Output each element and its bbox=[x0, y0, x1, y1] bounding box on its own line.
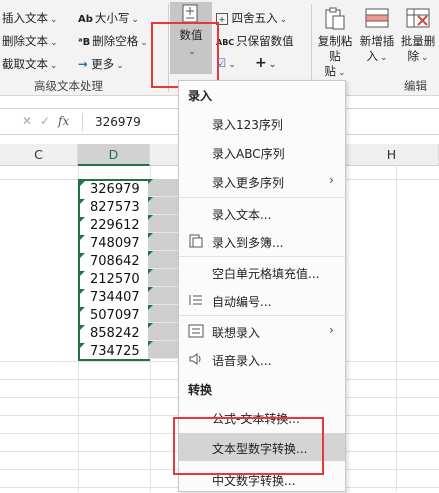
keep-valid-icon: ABC bbox=[216, 38, 235, 47]
add-button[interactable]: + ⌄ bbox=[255, 55, 276, 71]
arrow-right-icon: → bbox=[78, 57, 88, 71]
adjacent-cell[interactable] bbox=[148, 341, 178, 359]
cancel-icon[interactable]: ✕ bbox=[22, 114, 32, 128]
adjacent-cell[interactable] bbox=[148, 305, 178, 323]
adjacent-cell[interactable] bbox=[148, 233, 178, 251]
cell-d[interactable]: 229612 bbox=[80, 217, 148, 235]
adjacent-cell[interactable] bbox=[148, 287, 178, 305]
plus-icon: + bbox=[255, 55, 267, 71]
copy-paste-button[interactable]: 复制粘贴 贴 ⌄ bbox=[314, 6, 356, 81]
cell-d[interactable]: 734725 bbox=[80, 343, 148, 361]
keep-valid-button[interactable]: ABC 只保留数值 bbox=[216, 33, 294, 49]
batch-delete-button[interactable]: 批量删 除 ⌄ bbox=[398, 6, 438, 66]
formula-bar-divider bbox=[82, 113, 83, 131]
ribbon-divider bbox=[311, 4, 312, 92]
group-label-edit: 编辑 bbox=[404, 79, 427, 93]
edit-format-button[interactable]: ☑ ⌄ bbox=[216, 56, 236, 70]
menu-item-input-to-workbooks[interactable]: 录入到多簿... bbox=[179, 227, 345, 255]
number-value-button[interactable]: 数值 ⌄ bbox=[170, 2, 212, 74]
number-value-dropdown-menu: 录入 录入123序列 录入ABC序列 录入更多序列 › 录入文本... 录入到多… bbox=[178, 80, 346, 492]
delete-space-button[interactable]: ᵃB 删除空格 ⌄ bbox=[78, 33, 148, 49]
ribbon-divider bbox=[168, 4, 169, 92]
menu-item-associative-input[interactable]: 联想录入 › bbox=[179, 317, 345, 345]
number-value-icon bbox=[182, 4, 198, 23]
list-box-icon bbox=[188, 324, 204, 338]
delete-text-button[interactable]: 删除文本 ⌄ bbox=[2, 33, 58, 49]
menu-section-convert: 转换 bbox=[188, 383, 213, 397]
cell-d[interactable]: 858242 bbox=[80, 325, 148, 343]
book-icon bbox=[189, 234, 203, 248]
cut-text-button[interactable]: 截取文本 ⌄ bbox=[2, 56, 58, 72]
cell-d[interactable]: 827573 bbox=[80, 199, 148, 217]
menu-item-input-123-sequence[interactable]: 录入123序列 bbox=[179, 109, 345, 137]
clipboard-icon bbox=[325, 7, 345, 30]
cell-d[interactable]: 734407 bbox=[80, 289, 148, 307]
menu-section-input: 录入 bbox=[188, 89, 213, 103]
insert-function-icon[interactable]: fx bbox=[58, 114, 69, 128]
chevron-down-icon: ⌄ bbox=[188, 47, 196, 57]
confirm-icon[interactable]: ✓ bbox=[40, 114, 50, 128]
insert-text-button[interactable]: 插入文本 ⌄ bbox=[2, 10, 58, 26]
cell-d[interactable]: 748097 bbox=[80, 235, 148, 253]
menu-item-auto-number[interactable]: 自动编号... bbox=[179, 286, 345, 314]
menu-item-chinese-number-convert[interactable]: 中文数字转换... bbox=[179, 465, 345, 493]
case-icon: Ab bbox=[78, 14, 93, 25]
round-button[interactable]: + 四舍五入 ⌄ bbox=[216, 10, 287, 26]
speaker-icon bbox=[189, 353, 201, 365]
adjacent-cell[interactable] bbox=[148, 179, 178, 197]
adjacent-cell[interactable] bbox=[148, 215, 178, 233]
menu-item-text-number-convert[interactable]: 文本型数字转换... bbox=[179, 433, 345, 461]
adjacent-cell[interactable] bbox=[148, 323, 178, 341]
table-delete-icon bbox=[406, 8, 430, 28]
menu-item-input-text[interactable]: 录入文本... bbox=[179, 199, 345, 227]
menu-item-voice-input[interactable]: 语音录入... bbox=[179, 345, 345, 373]
add-insert-button[interactable]: 新增插 入 ⌄ bbox=[358, 6, 396, 66]
group-label-text-processing: 高级文本处理 bbox=[34, 79, 103, 93]
chevron-right-icon: › bbox=[329, 173, 334, 187]
column-header-h[interactable]: H bbox=[345, 144, 439, 166]
cell-d[interactable]: 212570 bbox=[80, 271, 148, 289]
adjacent-cell[interactable] bbox=[148, 269, 178, 287]
list-number-icon bbox=[189, 295, 202, 305]
formula-input[interactable]: 326979 bbox=[95, 115, 141, 129]
edit-format-icon: ☑ bbox=[216, 56, 227, 70]
round-icon: + bbox=[216, 12, 228, 25]
adjacent-cell[interactable] bbox=[148, 197, 178, 215]
cell-d[interactable]: 708642 bbox=[80, 253, 148, 271]
case-button[interactable]: Ab 大小写 ⌄ bbox=[78, 10, 139, 26]
column-header-c[interactable]: C bbox=[0, 144, 78, 166]
menu-item-input-more-sequence[interactable]: 录入更多序列 › bbox=[179, 167, 345, 195]
menu-item-input-abc-sequence[interactable]: 录入ABC序列 bbox=[179, 138, 345, 166]
column-header-d[interactable]: D bbox=[78, 144, 150, 166]
table-insert-icon bbox=[365, 8, 389, 28]
chevron-right-icon: › bbox=[329, 323, 334, 337]
delete-space-icon: ᵃB bbox=[78, 37, 91, 48]
cell-d[interactable]: 507097 bbox=[80, 307, 148, 325]
menu-item-formula-text-convert[interactable]: 公式-文本转换... bbox=[179, 403, 345, 431]
menu-item-fill-blank-cells[interactable]: 空白单元格填充值... bbox=[179, 258, 345, 286]
more-button[interactable]: → 更多 ⌄ bbox=[78, 56, 124, 72]
cell-d[interactable]: 326979 bbox=[80, 181, 148, 199]
adjacent-cell[interactable] bbox=[148, 251, 178, 269]
